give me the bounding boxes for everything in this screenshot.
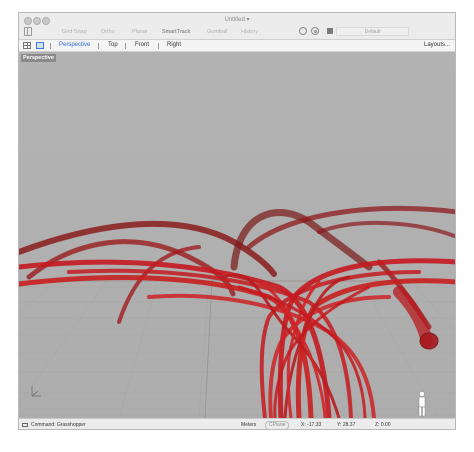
osnap-circle-icon[interactable] (299, 27, 307, 35)
gumball-toggle[interactable]: Gumball (207, 29, 227, 35)
y-coordinate: Y: 28.37 (337, 422, 356, 428)
smarttrack-toggle[interactable]: SmartTrack (162, 29, 190, 35)
toolbar-divider (125, 43, 126, 49)
ortho-toggle[interactable]: Ortho (101, 29, 115, 35)
viewport-toolbar: Perspective Top Front Right Layouts... (19, 40, 455, 52)
single-viewport-icon[interactable] (36, 42, 44, 49)
toolbar-divider (50, 43, 51, 49)
toolbar-divider (158, 43, 159, 49)
perspective-viewport[interactable]: Perspective (19, 52, 455, 418)
current-layer-field[interactable]: Default (336, 27, 409, 36)
grid-snap-toggle[interactable]: Grid Snap (62, 29, 87, 35)
command-line[interactable]: Command: Grasshopper (31, 422, 86, 428)
four-viewport-icon[interactable] (23, 42, 31, 49)
viewport-title-label[interactable]: Perspective (21, 54, 56, 62)
title-bar: Untitled ▾ Grid Snap Ortho Planar SmartT… (19, 13, 455, 40)
tab-right[interactable]: Right (167, 42, 181, 48)
tab-top[interactable]: Top (108, 42, 118, 48)
z-coordinate: Z: 0.00 (375, 422, 391, 428)
record-history-icon[interactable] (311, 27, 319, 35)
layouts-button[interactable]: Layouts... (424, 42, 450, 48)
rhino-window: Untitled ▾ Grid Snap Ortho Planar SmartT… (18, 12, 456, 430)
cplane-button[interactable]: CPlane (265, 421, 290, 429)
planar-toggle[interactable]: Planar (132, 29, 148, 35)
layer-color-swatch[interactable] (327, 28, 333, 34)
status-bar: Command: Grasshopper Meters CPlane X: -1… (19, 418, 455, 429)
command-prompt-icon[interactable] (22, 423, 28, 427)
window-title: Untitled ▾ (224, 17, 250, 23)
x-coordinate: X: -17.33 (301, 422, 322, 428)
history-toggle[interactable]: History (241, 29, 258, 35)
tab-front[interactable]: Front (135, 42, 149, 48)
viewport-canvas (19, 52, 455, 418)
sidebar-toggle-icon[interactable] (24, 27, 32, 36)
toolbar-divider (98, 43, 99, 49)
units-label: Meters (241, 422, 257, 428)
tab-perspective[interactable]: Perspective (59, 42, 90, 48)
